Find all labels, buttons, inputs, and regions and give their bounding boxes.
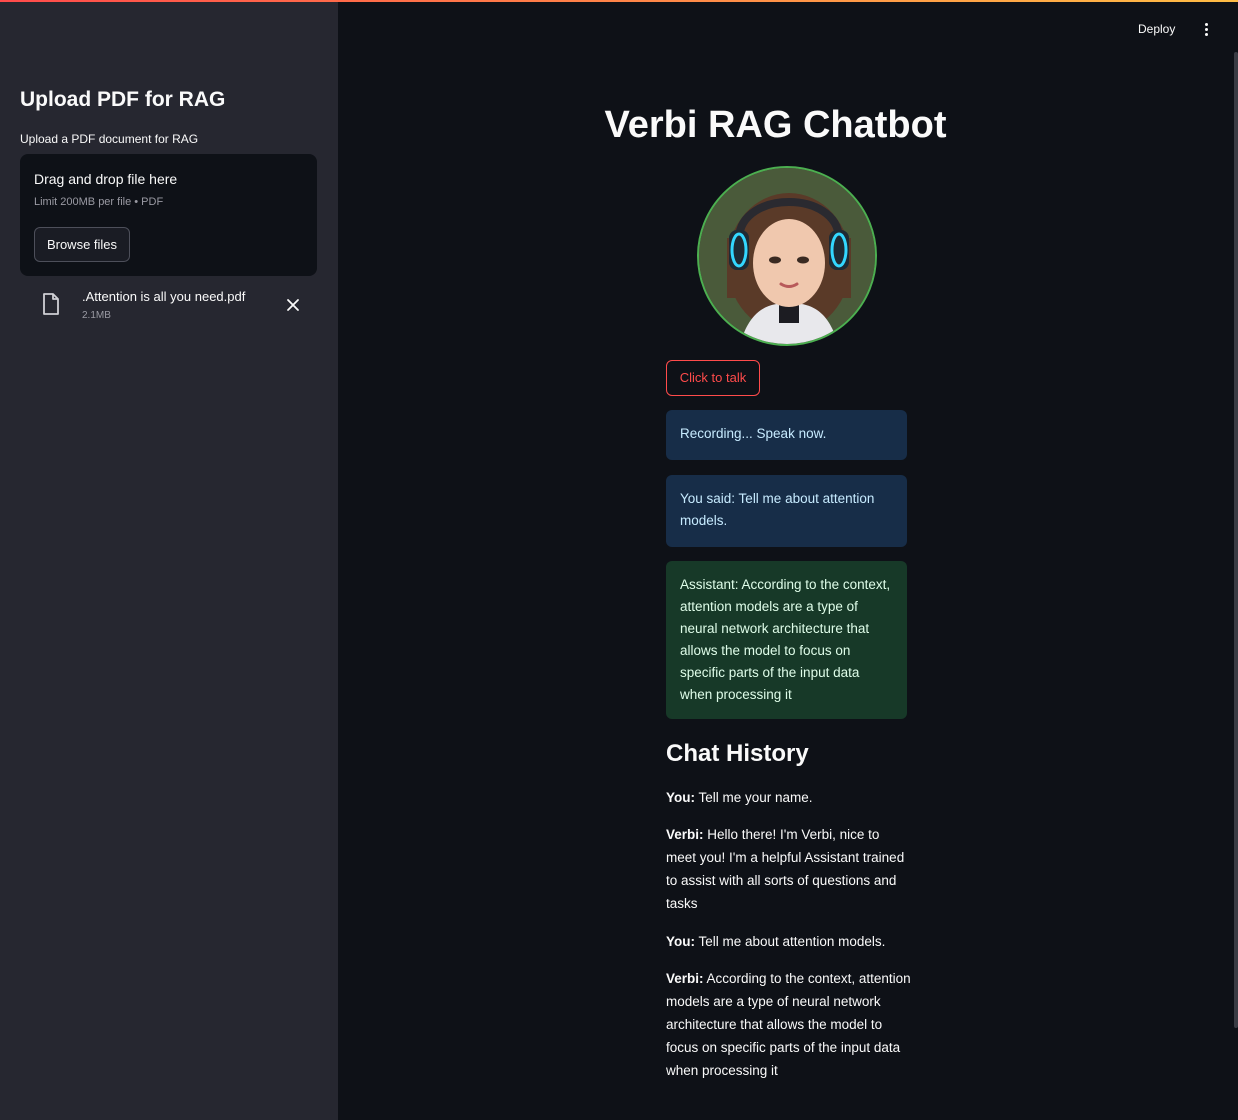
message-speaker: Verbi: bbox=[666, 827, 704, 842]
assistant-avatar bbox=[697, 166, 877, 346]
close-icon[interactable] bbox=[283, 295, 303, 315]
click-to-talk-button[interactable]: Click to talk bbox=[666, 360, 760, 396]
chat-message: You: Tell me about attention models. bbox=[666, 930, 911, 953]
page-title: Verbi RAG Chatbot bbox=[604, 104, 947, 146]
message-text: Tell me about attention models. bbox=[695, 934, 886, 949]
file-dropzone[interactable]: Drag and drop file here Limit 200MB per … bbox=[20, 154, 317, 276]
dropzone-title: Drag and drop file here bbox=[34, 171, 178, 187]
sidebar-title: Upload PDF for RAG bbox=[20, 88, 226, 111]
message-text: According to the context, attention mode… bbox=[666, 971, 911, 1078]
deploy-button[interactable]: Deploy bbox=[1138, 22, 1175, 36]
message-speaker: You: bbox=[666, 934, 695, 949]
uploader-label: Upload a PDF document for RAG bbox=[20, 132, 199, 146]
chat-message: Verbi: According to the context, attenti… bbox=[666, 967, 911, 1082]
chat-history-title: Chat History bbox=[666, 740, 809, 767]
chat-message: You: Tell me your name. bbox=[666, 786, 911, 809]
message-text: Tell me your name. bbox=[695, 790, 813, 805]
file-icon bbox=[40, 292, 62, 316]
scrollbar[interactable] bbox=[1234, 52, 1238, 1028]
recording-status-alert: Recording... Speak now. bbox=[666, 410, 907, 460]
dropzone-limit: Limit 200MB per file • PDF bbox=[34, 196, 164, 208]
message-speaker: You: bbox=[666, 790, 695, 805]
assistant-response-alert: Assistant: According to the context, att… bbox=[666, 561, 907, 719]
transcript-alert: You said: Tell me about attention models… bbox=[666, 475, 907, 547]
uploaded-file-item: .Attention is all you need.pdf 2.1MB bbox=[38, 288, 318, 328]
browse-files-button[interactable]: Browse files bbox=[34, 227, 130, 262]
chat-message: Verbi: Hello there! I'm Verbi, nice to m… bbox=[666, 823, 911, 915]
top-decoration-bar bbox=[0, 0, 1238, 2]
file-name: .Attention is all you need.pdf bbox=[82, 289, 246, 304]
file-size: 2.1MB bbox=[82, 310, 111, 321]
message-speaker: Verbi: bbox=[666, 971, 704, 986]
kebab-menu-icon[interactable] bbox=[1198, 22, 1214, 40]
sidebar: Upload PDF for RAG Upload a PDF document… bbox=[0, 0, 338, 1120]
